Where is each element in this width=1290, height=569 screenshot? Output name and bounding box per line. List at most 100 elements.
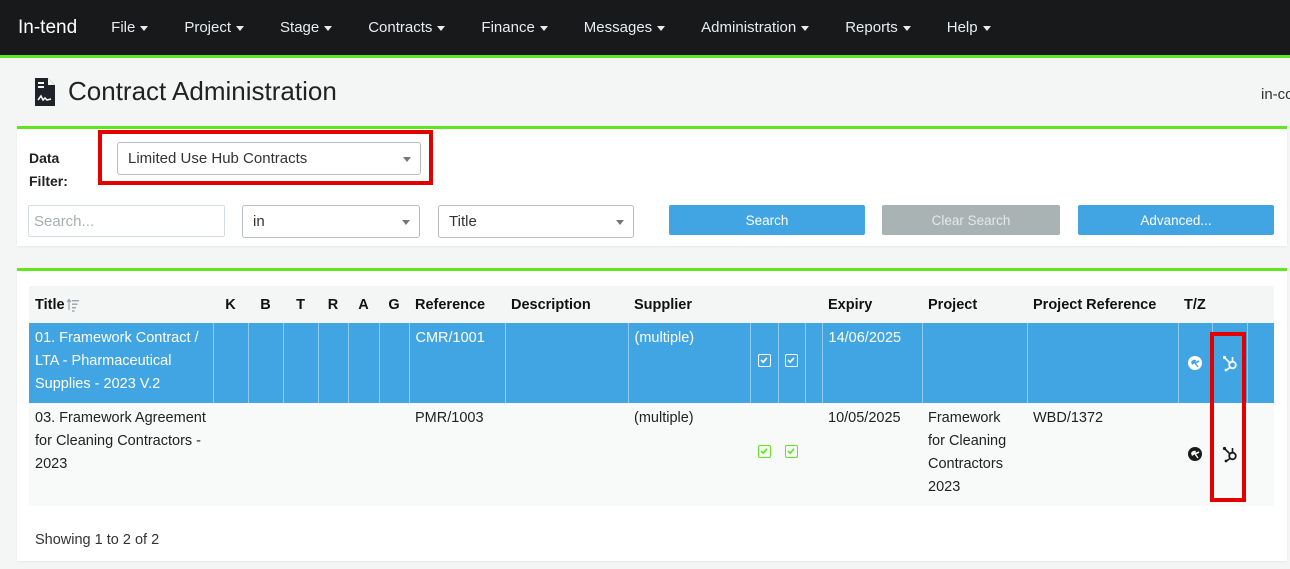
clear-search-button[interactable]: Clear Search [882, 205, 1060, 235]
search-operator-value: in [253, 213, 265, 230]
cell-description [505, 403, 628, 506]
col-header-supplier[interactable]: Supplier [628, 286, 750, 323]
table-row[interactable]: 01. Framework Contract / LTA - Pharmaceu… [29, 323, 1274, 403]
table-info-text: Showing 1 to 2 of 2 [35, 532, 160, 548]
brand-logo[interactable]: In-tend [18, 17, 77, 39]
data-filter-value: Limited Use Hub Contracts [128, 150, 308, 167]
col-header-description[interactable]: Description [505, 286, 628, 323]
cell-tz [1177, 323, 1212, 403]
data-filter-select[interactable]: Limited Use Hub Contracts [117, 142, 421, 175]
search-button[interactable]: Search [669, 205, 865, 235]
checkbox-checked-icon[interactable] [785, 353, 798, 367]
nav-reports[interactable]: Reports [827, 19, 929, 36]
cell-r [317, 323, 348, 403]
cell-expiry: 14/06/2025 [821, 323, 922, 403]
nav-file[interactable]: File [93, 19, 166, 36]
col-header-tz[interactable]: T/Z [1178, 286, 1212, 323]
search-field-value: Title [449, 213, 477, 230]
nav-project[interactable]: Project [166, 19, 262, 36]
checkbox-checked-icon[interactable] [757, 353, 771, 367]
cell-g [379, 403, 409, 506]
col-header-b[interactable]: B [248, 286, 283, 323]
col-header-g[interactable]: G [379, 286, 409, 323]
cell-hub [1212, 403, 1247, 506]
nav-administration-label: Administration [701, 19, 797, 36]
col-header-spacer [805, 286, 822, 323]
cell-t [282, 323, 318, 403]
col-header-r[interactable]: R [318, 286, 348, 323]
caret-down-icon [324, 26, 333, 31]
results-panel: Title K B T R A G Reference Description … [17, 268, 1287, 561]
cell-reference: PMR/1003 [409, 403, 505, 506]
cell-supplier: (multiple) [628, 403, 750, 506]
search-input[interactable] [28, 205, 225, 237]
cell-project: Framework for Cleaning Contractors 2023 [922, 403, 1027, 506]
page-title: Contract Administration [68, 76, 337, 106]
col-title-label: Title [35, 296, 65, 313]
cell-project-reference [1026, 323, 1178, 403]
col-header-reference[interactable]: Reference [409, 286, 505, 323]
contracts-table: Title K B T R A G Reference Description … [29, 286, 1274, 506]
col-header-t[interactable]: T [283, 286, 318, 323]
caret-down-icon [982, 26, 991, 31]
col-header-expiry[interactable]: Expiry [822, 286, 922, 323]
col-header-project-reference[interactable]: Project Reference [1027, 286, 1178, 323]
top-navbar: In-tend File Project Stage Contracts Fin… [0, 0, 1290, 58]
caret-down-icon [902, 26, 911, 31]
search-field-select[interactable]: Title [438, 205, 634, 238]
table-header-row: Title K B T R A G Reference Description … [29, 286, 1274, 323]
cell-check1 [750, 403, 778, 506]
cell-check2 [778, 403, 805, 506]
nav-project-label: Project [184, 19, 232, 36]
checkbox-checked-icon[interactable] [757, 445, 771, 458]
col-header-check1 [750, 286, 778, 323]
cell-spacer [804, 323, 822, 403]
filter-panel: Data Filter: Limited Use Hub Contracts i… [17, 126, 1287, 246]
search-operator-select[interactable]: in [242, 205, 420, 238]
nav-finance[interactable]: Finance [463, 19, 565, 36]
cell-r [318, 403, 348, 506]
cell-end [1246, 323, 1274, 403]
hub-network-icon[interactable] [1221, 445, 1239, 463]
nav-help[interactable]: Help [929, 19, 1009, 36]
cell-hub [1211, 323, 1247, 403]
cell-k [212, 323, 248, 403]
hub-network-icon[interactable] [1221, 354, 1239, 372]
globe-clock-icon[interactable] [1187, 446, 1203, 462]
cell-title[interactable]: 03. Framework Agreement for Cleaning Con… [29, 403, 213, 506]
col-header-title[interactable]: Title [29, 286, 213, 323]
col-header-k[interactable]: K [213, 286, 248, 323]
cell-b [248, 403, 283, 506]
sort-ascending-icon[interactable] [66, 298, 79, 312]
cell-title[interactable]: 01. Framework Contract / LTA - Pharmaceu… [29, 323, 213, 403]
cell-check1 [749, 323, 778, 403]
col-header-a[interactable]: A [348, 286, 379, 323]
dropdown-arrow-icon [402, 219, 410, 225]
cell-end [1247, 403, 1274, 506]
page-header: Contract Administration [34, 76, 337, 107]
globe-clock-icon[interactable] [1187, 355, 1203, 371]
cell-supplier: (multiple) [627, 323, 750, 403]
caret-down-icon [437, 26, 446, 31]
contract-document-icon [35, 77, 55, 106]
data-filter-label: Data Filter: [29, 150, 68, 189]
col-header-end [1247, 286, 1274, 323]
cell-reference: CMR/1001 [408, 323, 505, 403]
nav-messages[interactable]: Messages [566, 19, 683, 36]
nav-reports-label: Reports [845, 19, 898, 36]
cell-check2 [777, 323, 805, 403]
table-row[interactable]: 03. Framework Agreement for Cleaning Con… [29, 403, 1274, 506]
cell-spacer [805, 403, 822, 506]
caret-down-icon [657, 26, 666, 31]
nav-contracts[interactable]: Contracts [350, 19, 463, 36]
nav-administration[interactable]: Administration [683, 19, 827, 36]
advanced-search-button[interactable]: Advanced... [1078, 205, 1274, 235]
cell-project [921, 323, 1027, 403]
checkbox-checked-icon[interactable] [785, 445, 798, 458]
dropdown-arrow-icon [403, 156, 411, 162]
cell-a [347, 323, 379, 403]
nav-stage[interactable]: Stage [262, 19, 350, 36]
cell-t [283, 403, 318, 506]
cell-expiry: 10/05/2025 [822, 403, 922, 506]
col-header-project[interactable]: Project [922, 286, 1027, 323]
